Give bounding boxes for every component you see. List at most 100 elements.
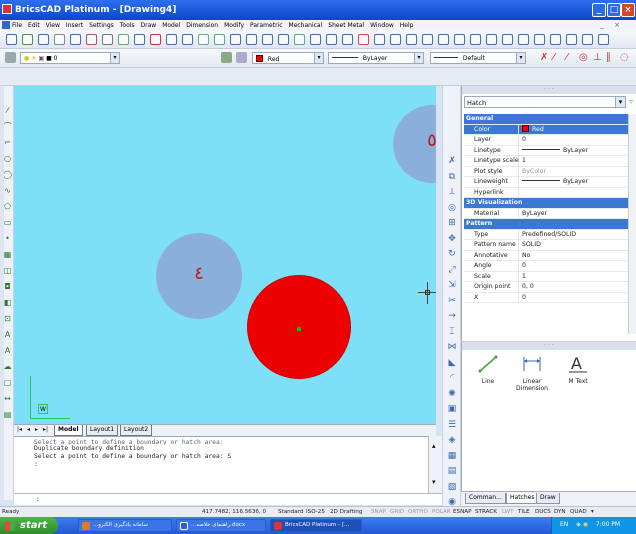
status-polar[interactable]: POLAR <box>432 509 451 515</box>
hide-icon[interactable] <box>470 34 481 45</box>
task-bricscad[interactable]: BricsCAD Platinum - [... <box>270 519 362 532</box>
publish-icon[interactable] <box>86 34 97 45</box>
regen-icon[interactable] <box>422 34 433 45</box>
polyline-tool-icon[interactable]: ⁄ <box>566 52 577 63</box>
last-tab-icon[interactable]: ▸| <box>43 426 48 433</box>
line-tool-icon[interactable]: ⁄ <box>553 52 564 63</box>
properties-row[interactable]: Plot style ByColor <box>464 166 631 177</box>
chevron-down-icon[interactable]: ▾ <box>314 53 323 63</box>
osnap-icon[interactable] <box>374 34 385 45</box>
properties-row[interactable]: Color Red <box>464 124 631 135</box>
menu-view[interactable]: View <box>46 22 60 29</box>
status-textstyle[interactable]: Standard <box>278 509 303 515</box>
render-icon[interactable] <box>310 34 321 45</box>
properties-category[interactable]: General <box>464 114 631 125</box>
ucs-icon[interactable] <box>326 34 337 45</box>
save-icon[interactable] <box>38 34 49 45</box>
menu-modify[interactable]: Modify <box>224 22 244 29</box>
point-tool-icon[interactable]: • <box>3 234 12 243</box>
status-tile[interactable]: TILE <box>518 509 530 515</box>
status-lwt[interactable]: LWT <box>502 509 514 515</box>
panel-grip[interactable]: · · · <box>462 86 636 94</box>
break-icon[interactable]: ⌶ <box>447 327 457 337</box>
model-icon[interactable] <box>502 34 513 45</box>
copy-icon[interactable]: ⧉ <box>447 172 457 182</box>
chevron-down-icon[interactable]: ▾ <box>615 97 625 107</box>
property-value[interactable] <box>519 188 631 198</box>
line-tool-icon[interactable]: ⁄ <box>3 106 12 115</box>
cut-icon[interactable] <box>102 34 113 45</box>
color-select[interactable]: Red ▾ <box>252 52 324 64</box>
status-grid[interactable]: GRID <box>390 509 404 515</box>
property-value[interactable]: 1 <box>519 272 631 282</box>
menu-tools[interactable]: Tools <box>120 22 135 29</box>
print-preview-icon[interactable] <box>70 34 81 45</box>
palette-grip[interactable]: · · · <box>462 342 636 350</box>
design-center-icon[interactable]: ◈ <box>447 435 457 445</box>
polygon-tool-icon[interactable]: ⬠ <box>3 202 12 211</box>
chevron-down-icon[interactable]: ▾ <box>516 53 525 63</box>
properties-row[interactable]: Annotative No <box>464 250 631 261</box>
redo-icon[interactable] <box>182 34 193 45</box>
status-strack[interactable]: STRACK <box>475 509 497 515</box>
property-value[interactable]: 0, 0 <box>519 282 631 292</box>
properties-category[interactable]: Pattern <box>464 219 631 230</box>
layers-icon[interactable]: ☰ <box>447 420 457 430</box>
tab-hatches[interactable]: Hatches <box>506 493 539 504</box>
command-scrollbar[interactable]: ▴ ▾ <box>428 436 442 493</box>
circle-tool-icon[interactable]: ◎ <box>579 52 590 63</box>
status-dimstyle[interactable]: ISO-25 <box>306 509 325 515</box>
hatch-tool-icon[interactable]: ▦ <box>3 250 12 259</box>
chevron-down-icon[interactable]: ▾ <box>414 53 423 63</box>
menu-dimension[interactable]: Dimension <box>186 22 218 29</box>
insert-tool-icon[interactable]: ⊡ <box>3 314 12 323</box>
hatch-grip[interactable] <box>297 327 301 331</box>
properties-row[interactable]: Layer 0 <box>464 135 631 146</box>
task-browser[interactable]: ...سامانه یادگیری الکترو <box>78 519 172 532</box>
property-value[interactable]: 1 <box>519 156 631 166</box>
volume-icon[interactable]: ◉ <box>583 521 588 528</box>
filter-icon[interactable]: ▿ <box>629 97 633 106</box>
menu-parametric[interactable]: Parametric <box>250 22 283 29</box>
view-icon[interactable] <box>390 34 401 45</box>
copy-icon[interactable] <box>118 34 129 45</box>
options-icon[interactable] <box>582 34 593 45</box>
property-value[interactable]: No <box>519 251 631 261</box>
panel-icon[interactable] <box>518 34 529 45</box>
language-indicator[interactable]: EN <box>560 521 568 528</box>
menu-help[interactable]: Help <box>400 22 414 29</box>
menu-draw[interactable]: Draw <box>141 22 157 29</box>
property-value[interactable]: ByLayer <box>519 177 631 187</box>
line-tool[interactable]: Line <box>468 354 508 385</box>
match-properties-icon[interactable] <box>150 34 161 45</box>
menu-window[interactable]: Window <box>370 22 394 29</box>
fillet-icon[interactable]: ◜ <box>447 373 457 383</box>
erase-icon[interactable]: ✗ <box>447 156 457 166</box>
undo-icon[interactable] <box>166 34 177 45</box>
properties-row[interactable]: Material ByLayer <box>464 208 631 219</box>
snap-icon[interactable] <box>342 34 353 45</box>
move-icon[interactable]: ✥ <box>447 234 457 244</box>
wipeout-tool-icon[interactable]: ▢ <box>3 378 12 387</box>
pan-icon[interactable] <box>262 34 273 45</box>
layer-previous-icon[interactable] <box>221 52 232 63</box>
shade-icon[interactable] <box>438 34 449 45</box>
library-icon[interactable]: ▧ <box>447 482 457 492</box>
arc-tool-icon[interactable]: ⌒ <box>3 122 12 131</box>
lineweight-select[interactable]: Default ▾ <box>430 52 526 64</box>
menu-edit[interactable]: Edit <box>28 22 40 29</box>
property-value[interactable]: 0 <box>519 261 631 271</box>
property-value[interactable]: ByLayer <box>519 146 631 156</box>
status-quad[interactable]: QUAD <box>570 509 587 515</box>
status-dyn[interactable]: DYN <box>554 509 566 515</box>
mtext-tool[interactable]: A M Text <box>558 354 598 385</box>
stretch-icon[interactable]: ⇲ <box>447 280 457 290</box>
tools-icon[interactable] <box>534 34 545 45</box>
menu-mechanical[interactable]: Mechanical <box>289 22 323 29</box>
properties-row[interactable]: Angle 0 <box>464 261 631 272</box>
layer-isolate-icon[interactable] <box>236 52 247 63</box>
property-value[interactable]: Predefined/SOLID <box>519 230 631 240</box>
tab-layout2[interactable]: Layout2 <box>120 425 153 436</box>
text-tool-icon[interactable]: A <box>3 330 12 339</box>
tool-palettes-icon[interactable]: ▦ <box>447 451 457 461</box>
